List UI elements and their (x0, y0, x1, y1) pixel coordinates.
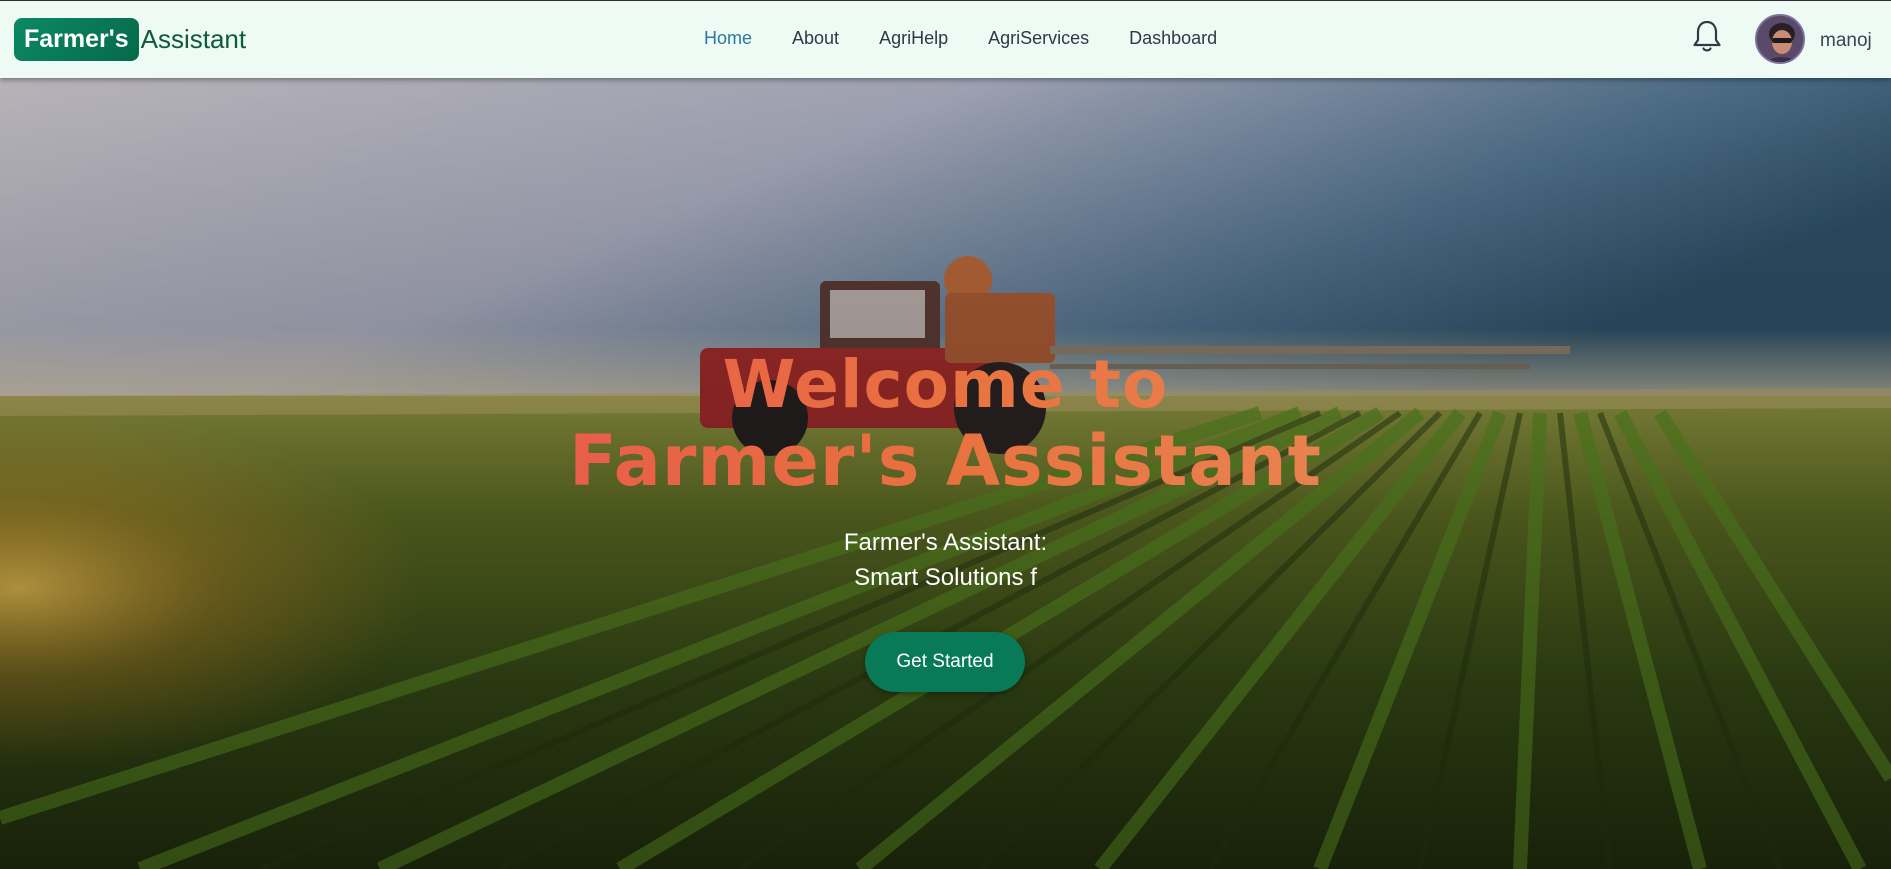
top-navbar: Farmer's Assistant Home About AgriHelp A… (0, 0, 1891, 78)
brand-badge: Farmer's (14, 18, 139, 61)
hero-subtitle-line1: Farmer's Assistant: (843, 529, 1048, 556)
nav-link-about[interactable]: About (792, 28, 839, 49)
username[interactable]: manoj (1820, 30, 1872, 52)
nav-link-agrihelp[interactable]: AgriHelp (879, 28, 948, 49)
user-avatar[interactable] (1755, 14, 1805, 64)
nav-link-agriservices[interactable]: AgriServices (988, 28, 1089, 49)
avatar-image (1757, 16, 1803, 62)
brand-name: Assistant (140, 24, 247, 54)
hero-title-line2: Farmer's Assistant (0, 420, 1891, 502)
nav-link-home[interactable]: Home (704, 28, 752, 49)
nav-link-dashboard[interactable]: Dashboard (1129, 28, 1217, 49)
brand-logo[interactable]: Farmer's Assistant (14, 18, 246, 61)
hero-subtitle-line2: Smart Solutions f (854, 564, 1037, 591)
get-started-button[interactable]: Get Started (865, 632, 1025, 692)
hero-title-line1: Welcome to (0, 346, 1891, 423)
hero-content: Welcome to Farmer's Assistant Farmer's A… (0, 78, 1891, 869)
bell-icon[interactable] (1691, 19, 1723, 55)
hero-section: Welcome to Farmer's Assistant Farmer's A… (0, 78, 1891, 869)
main-nav: Home About AgriHelp AgriServices Dashboa… (704, 28, 1217, 49)
